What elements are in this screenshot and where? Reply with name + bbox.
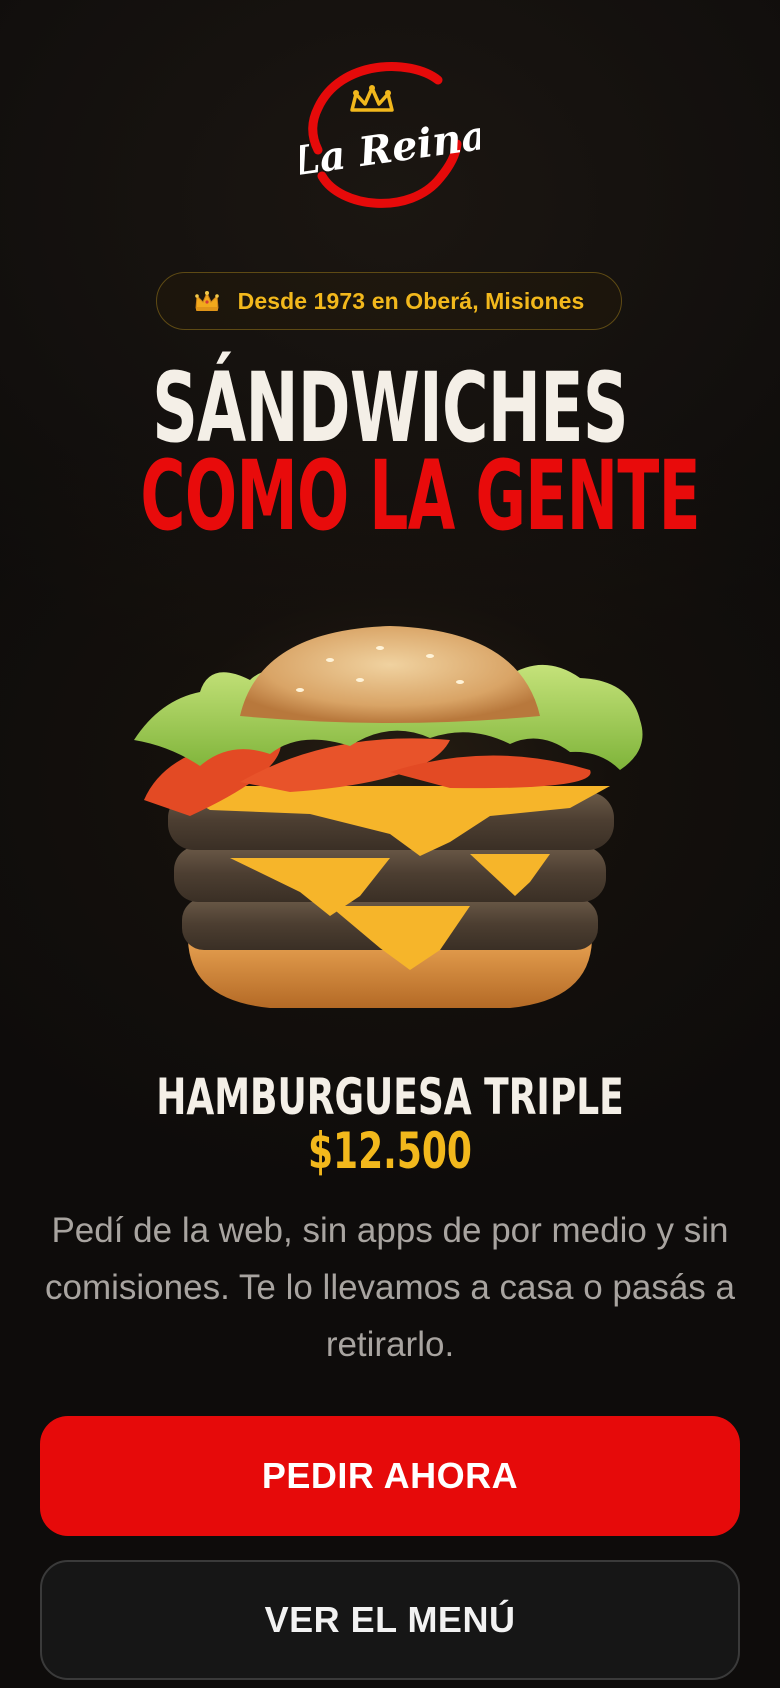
headline-line-2: COMO LA GENTE [140, 440, 700, 552]
burger-image [130, 620, 650, 1020]
headline-line-1: SÁNDWICHES [152, 352, 628, 464]
view-menu-button[interactable]: VER EL MENÚ [40, 1560, 740, 1680]
since-badge: Desde 1973 en Oberá, Misiones [156, 272, 622, 330]
product-name: HAMBURGUESA TRIPLE [156, 1068, 624, 1126]
svg-text:La Reina: La Reina [300, 112, 480, 186]
order-now-button[interactable]: PEDIR AHORA [40, 1416, 740, 1536]
crown-icon [194, 290, 220, 312]
hero-description: Pedí de la web, sin apps de por medio y … [45, 1211, 735, 1364]
brand-logo[interactable]: La Reina [288, 58, 490, 218]
crown-logo-icon [350, 85, 394, 112]
product-price: $12.500 [308, 1122, 472, 1180]
since-text: Desde 1973 en Oberá, Misiones [237, 287, 585, 314]
